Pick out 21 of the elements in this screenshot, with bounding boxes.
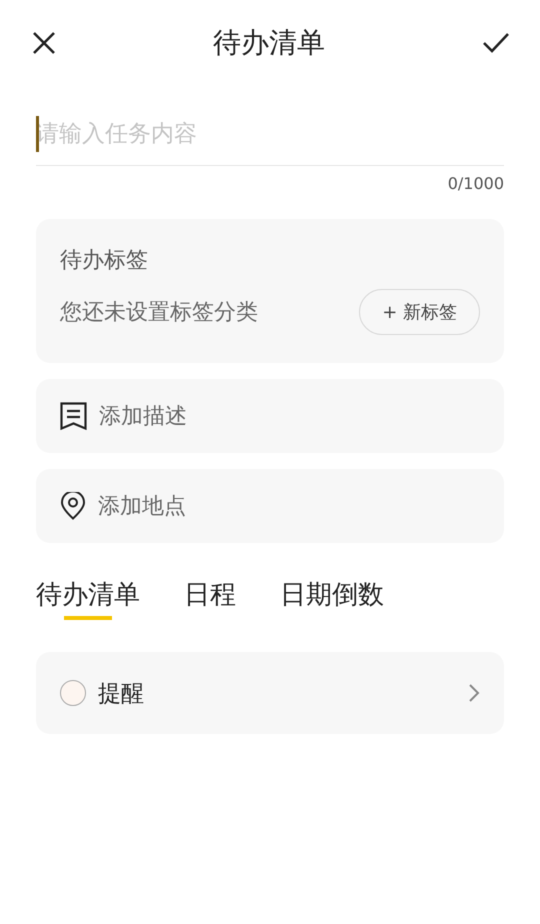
row-label: 添加描述 (99, 403, 187, 431)
row-label: 添加地点 (98, 493, 186, 521)
tab[interactable]: 日程 (184, 577, 236, 626)
reminder-label: 提醒 (98, 680, 145, 708)
reminder-row[interactable]: 提醒 (36, 652, 504, 734)
page-title: 待办清单 (213, 25, 325, 61)
checkmark-icon (482, 32, 510, 54)
location-pin-icon (60, 492, 86, 520)
chevron-right-icon (468, 683, 480, 703)
comment-icon (60, 402, 87, 430)
location-row[interactable]: 添加地点 (36, 469, 504, 543)
empty-tags-text: 您还未设置标签分类 (60, 299, 258, 327)
reminder-checkbox[interactable] (60, 680, 86, 706)
task-input-field[interactable]: 请输入任务内容 (36, 86, 504, 166)
tab[interactable]: 待办清单 (36, 577, 140, 626)
card-title: 待办标签 (60, 247, 149, 275)
close-icon (32, 31, 56, 55)
description-row[interactable]: 添加描述 (36, 379, 504, 453)
new-tag-button[interactable]: + 新标签 (359, 289, 480, 335)
character-counter: 0/1000 (448, 174, 504, 193)
tab[interactable]: 日期倒数 (280, 577, 384, 626)
